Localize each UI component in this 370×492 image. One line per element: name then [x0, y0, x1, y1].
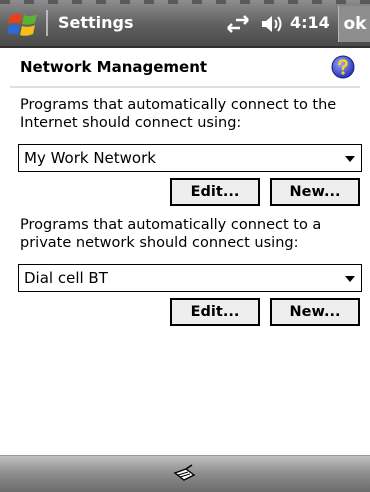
connectivity-icon[interactable] — [225, 13, 251, 35]
chevron-down-icon[interactable] — [345, 276, 355, 282]
title-separator — [46, 10, 48, 36]
internet-network-value: My Work Network — [24, 149, 156, 167]
volume-icon[interactable] — [260, 13, 286, 35]
page-title: Network Management — [20, 58, 208, 76]
ok-button[interactable]: ok — [338, 6, 370, 42]
clock[interactable]: 4:14 — [290, 13, 330, 32]
app-title: Settings — [58, 13, 134, 32]
private-description: Programs that automatically connect to a… — [20, 217, 322, 251]
title-bar: Settings 4:14 ok — [0, 0, 370, 48]
menu-bar — [0, 455, 370, 492]
title-bar-texture — [0, 0, 370, 4]
chevron-down-icon[interactable] — [345, 156, 355, 162]
internet-new-button[interactable]: New... — [270, 178, 360, 206]
private-network-dropdown[interactable]: Dial cell BT — [18, 264, 362, 292]
help-icon[interactable] — [331, 55, 355, 79]
private-new-button[interactable]: New... — [270, 298, 360, 326]
windows-start-icon[interactable] — [8, 10, 38, 38]
internet-edit-button[interactable]: Edit... — [170, 178, 260, 206]
private-edit-button[interactable]: Edit... — [170, 298, 260, 326]
internet-network-dropdown[interactable]: My Work Network — [18, 144, 362, 172]
header-divider — [10, 86, 360, 88]
internet-description: Programs that automatically connect to t… — [20, 97, 337, 131]
input-panel-icon[interactable] — [172, 463, 198, 485]
private-network-value: Dial cell BT — [24, 269, 108, 287]
